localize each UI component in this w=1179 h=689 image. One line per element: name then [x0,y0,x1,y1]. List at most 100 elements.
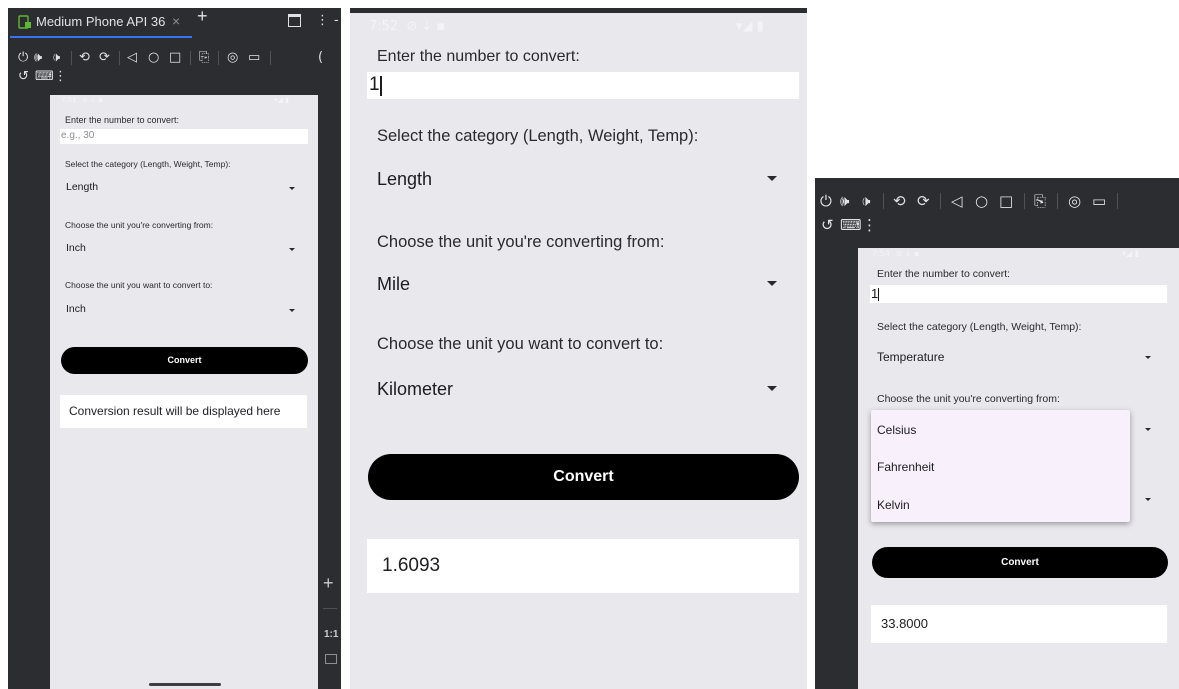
volume-up-icon[interactable]: 🕪 [840,193,849,209]
menu-option-celsius[interactable]: Celsius [877,423,916,437]
from-label: Choose the unit you're converting from: [877,393,1060,405]
toolbar-divider [190,51,191,65]
input-value: 1 [369,74,380,95]
status-time: 7:52 [369,19,399,34]
volume-up-icon[interactable]: 🕪 [34,50,42,66]
overview-icon[interactable]: □ [169,50,181,66]
chevron-down-icon [289,187,295,190]
more-icon[interactable]: ⋮ [862,217,877,233]
number-input[interactable]: e.g., 30 [60,129,308,144]
menu-option-kelvin[interactable]: Kelvin [877,498,910,512]
chevron-down-icon [1145,498,1151,501]
close-icon[interactable]: × [172,13,180,29]
to-unit-value: Inch [66,303,86,315]
rotate-left-icon[interactable]: ⟲ [79,50,90,66]
volume-down-icon[interactable]: 🕩 [52,50,60,66]
fit-screen-icon[interactable] [325,654,337,664]
home-icon[interactable]: ○ [975,193,988,209]
keyboard-icon[interactable]: ⌨ [840,217,862,233]
result-box: 33.8000 [871,605,1167,643]
text-cursor [380,76,382,96]
gesture-nav-bar[interactable] [149,683,221,686]
rotate-right-icon[interactable]: ⟳ [99,50,110,66]
back-icon[interactable]: ◁ [127,50,137,66]
status-bar: 7:54 ⊘ ⇣ ▪ [872,249,919,258]
toolbar-divider [218,51,219,65]
chevron-down-icon [767,386,777,391]
menu-option-fahrenheit[interactable]: Fahrenheit [877,460,934,474]
phone-screen-middle: 7:52 ⊘ ⇣ ▪ ▾◢ ▮ Enter the number to conv… [350,13,807,689]
more-icon[interactable]: ⋮ [54,69,67,85]
to-label: Choose the unit you want to convert to: [65,280,213,290]
back-icon[interactable]: ◁ [951,193,963,209]
record-icon[interactable]: ▭ [1092,193,1106,209]
from-unit-dropdown[interactable]: Mile [367,268,799,300]
rotate-right-icon[interactable]: ⟳ [917,193,930,209]
convert-button[interactable]: Convert [61,347,308,374]
number-input[interactable]: 1 [367,72,799,99]
fold-toggle-icon[interactable]: ↺ [821,217,834,233]
status-time: 7:54 [872,249,890,258]
chevron-down-icon [767,176,777,181]
emulator-tab[interactable]: Medium Phone API 36 × [14,10,194,34]
fold-icon[interactable]: ( [318,50,323,66]
zoom-ratio[interactable]: 1:1 [324,629,338,640]
from-label: Choose the unit you're converting from: [65,220,214,230]
category-dropdown[interactable]: Temperature [870,345,1167,369]
from-unit-value: Inch [66,242,86,254]
input-label: Enter the number to convert: [65,115,180,125]
category-dropdown[interactable]: Length [60,177,308,199]
category-value: Temperature [877,350,945,364]
keyboard-icon[interactable]: ⌨ [35,69,54,85]
toolbar-divider [940,193,941,209]
screenshot-device-icon[interactable]: ⎘ [1034,193,1046,209]
chevron-down-icon [1145,356,1151,359]
screenshot-device-icon[interactable]: ⎘ [199,50,209,66]
text-cursor [878,288,879,301]
home-icon[interactable]: ○ [148,50,159,66]
power-icon[interactable]: ⏻ [820,193,832,209]
toolbar-divider [1057,193,1058,209]
record-icon[interactable]: ▭ [248,50,260,66]
more-options-icon[interactable]: ⋮ [316,13,329,29]
from-label: Choose the unit you're converting from: [377,233,665,251]
category-value: Length [66,181,99,193]
window-mode-icon[interactable] [288,14,301,27]
rotate-left-icon[interactable]: ⟲ [893,193,906,209]
status-bar: 7:52 ⊘ ⇣ ▪ [369,19,445,34]
convert-button[interactable]: Convert [368,454,799,500]
chevron-down-icon [1145,428,1151,431]
overview-icon[interactable]: □ [999,193,1013,209]
chevron-down-icon [289,248,295,251]
toolbar-divider [119,51,120,65]
toolbar-divider [1024,193,1025,209]
status-time: 7:51 [61,96,77,104]
camera-icon[interactable]: ◎ [227,50,238,66]
phone-screen-left: 7:51 ⊘ ⇣ ▪ ▾◢ ▮ Enter the number to conv… [50,95,318,689]
minimize-icon[interactable]: - [334,13,339,29]
fold-toggle-icon[interactable]: ↺ [18,69,29,85]
power-icon[interactable]: ⏻ [18,50,28,66]
signal-battery-icon: ▾◢ ▮ [274,96,289,104]
add-tab-icon[interactable]: + [197,6,208,27]
status-bar: 7:51 ⊘ ⇣ ▪ [61,96,103,104]
to-label: Choose the unit you want to convert to: [377,335,664,353]
convert-button[interactable]: Convert [872,547,1168,578]
signal-battery-icon: ▾◢ ▮ [736,19,764,34]
result-box: Conversion result will be displayed here [60,395,307,428]
input-label: Enter the number to convert: [377,48,580,65]
to-unit-dropdown[interactable]: Inch [60,299,308,321]
toolbar-divider [883,193,884,209]
to-unit-dropdown[interactable]: Kilometer [367,373,799,405]
number-input[interactable]: 1 [870,285,1167,303]
category-dropdown[interactable]: Length [367,163,799,195]
toolbar-divider [1117,193,1118,209]
input-placeholder: e.g., 30 [61,130,95,141]
zoom-in-icon[interactable]: + [323,573,334,594]
camera-icon[interactable]: ◎ [1068,193,1081,209]
category-label: Select the category (Length, Weight, Tem… [377,127,699,145]
toolbar-divider [71,51,72,65]
category-value: Length [377,169,433,189]
volume-down-icon[interactable]: 🕩 [861,193,870,209]
from-unit-dropdown[interactable]: Inch [60,238,308,260]
